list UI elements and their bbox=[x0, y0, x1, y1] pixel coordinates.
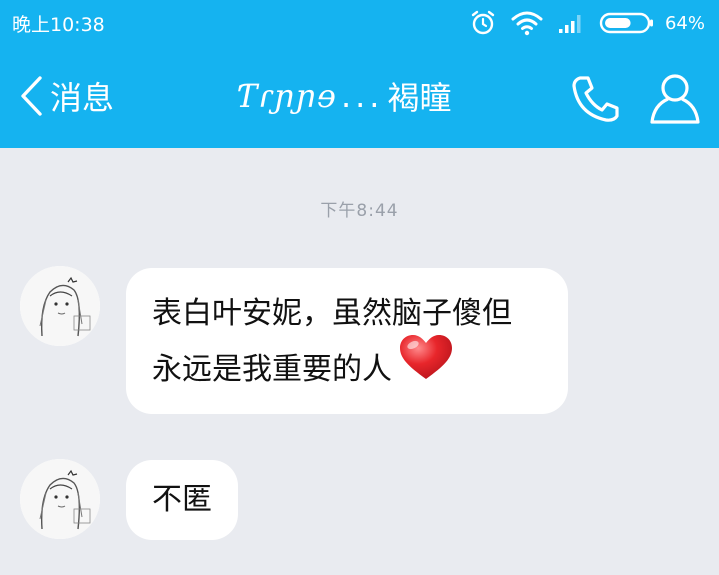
title-decorative-name: Ƭɾɲɲɘ bbox=[236, 77, 337, 115]
alarm-icon bbox=[471, 10, 495, 35]
message-bubble[interactable]: 表白叶安妮，虽然脑子傻但 永远是我重要的人 bbox=[126, 268, 568, 414]
back-button[interactable]: 消息 bbox=[18, 74, 114, 118]
wifi-icon bbox=[511, 11, 543, 36]
avatar[interactable] bbox=[20, 459, 100, 539]
title-name: 褐瞳 bbox=[387, 79, 452, 117]
chevron-left-icon bbox=[21, 76, 42, 116]
phone-icon bbox=[572, 76, 619, 122]
chat-title: Ƭɾɲɲɘ ... 褐瞳 bbox=[236, 74, 451, 118]
message-line: 表白叶安妮，虽然脑子傻但 bbox=[152, 296, 512, 331]
profile-button[interactable] bbox=[648, 70, 702, 126]
status-icons: 64% bbox=[469, 8, 705, 38]
battery-icon bbox=[599, 12, 653, 34]
status-time: 晚上10:38 bbox=[12, 14, 105, 36]
person-icon bbox=[650, 74, 700, 124]
signal-icon bbox=[558, 15, 581, 33]
avatar-sketch-icon bbox=[20, 266, 100, 346]
avatar-sketch-icon bbox=[20, 459, 100, 539]
message-line-with-emoji: 永远是我重要的人 bbox=[152, 334, 550, 398]
message-bubble[interactable]: 不匿 bbox=[126, 460, 238, 540]
avatar[interactable] bbox=[20, 266, 100, 346]
message-text: 不匿 bbox=[152, 482, 212, 517]
status-bar: 晚上10:38 64% bbox=[0, 0, 719, 46]
battery-percent: 64% bbox=[664, 12, 705, 34]
message-timestamp: 下午8:44 bbox=[320, 201, 399, 221]
heart-icon bbox=[400, 334, 452, 379]
call-button[interactable] bbox=[566, 72, 622, 124]
message-line: 永远是我重要的人 bbox=[152, 352, 392, 387]
chat-header: 消息 Ƭɾɲɲɘ ... 褐瞳 bbox=[0, 46, 719, 148]
back-label: 消息 bbox=[50, 79, 115, 117]
title-ellipsis: ... bbox=[340, 77, 384, 115]
